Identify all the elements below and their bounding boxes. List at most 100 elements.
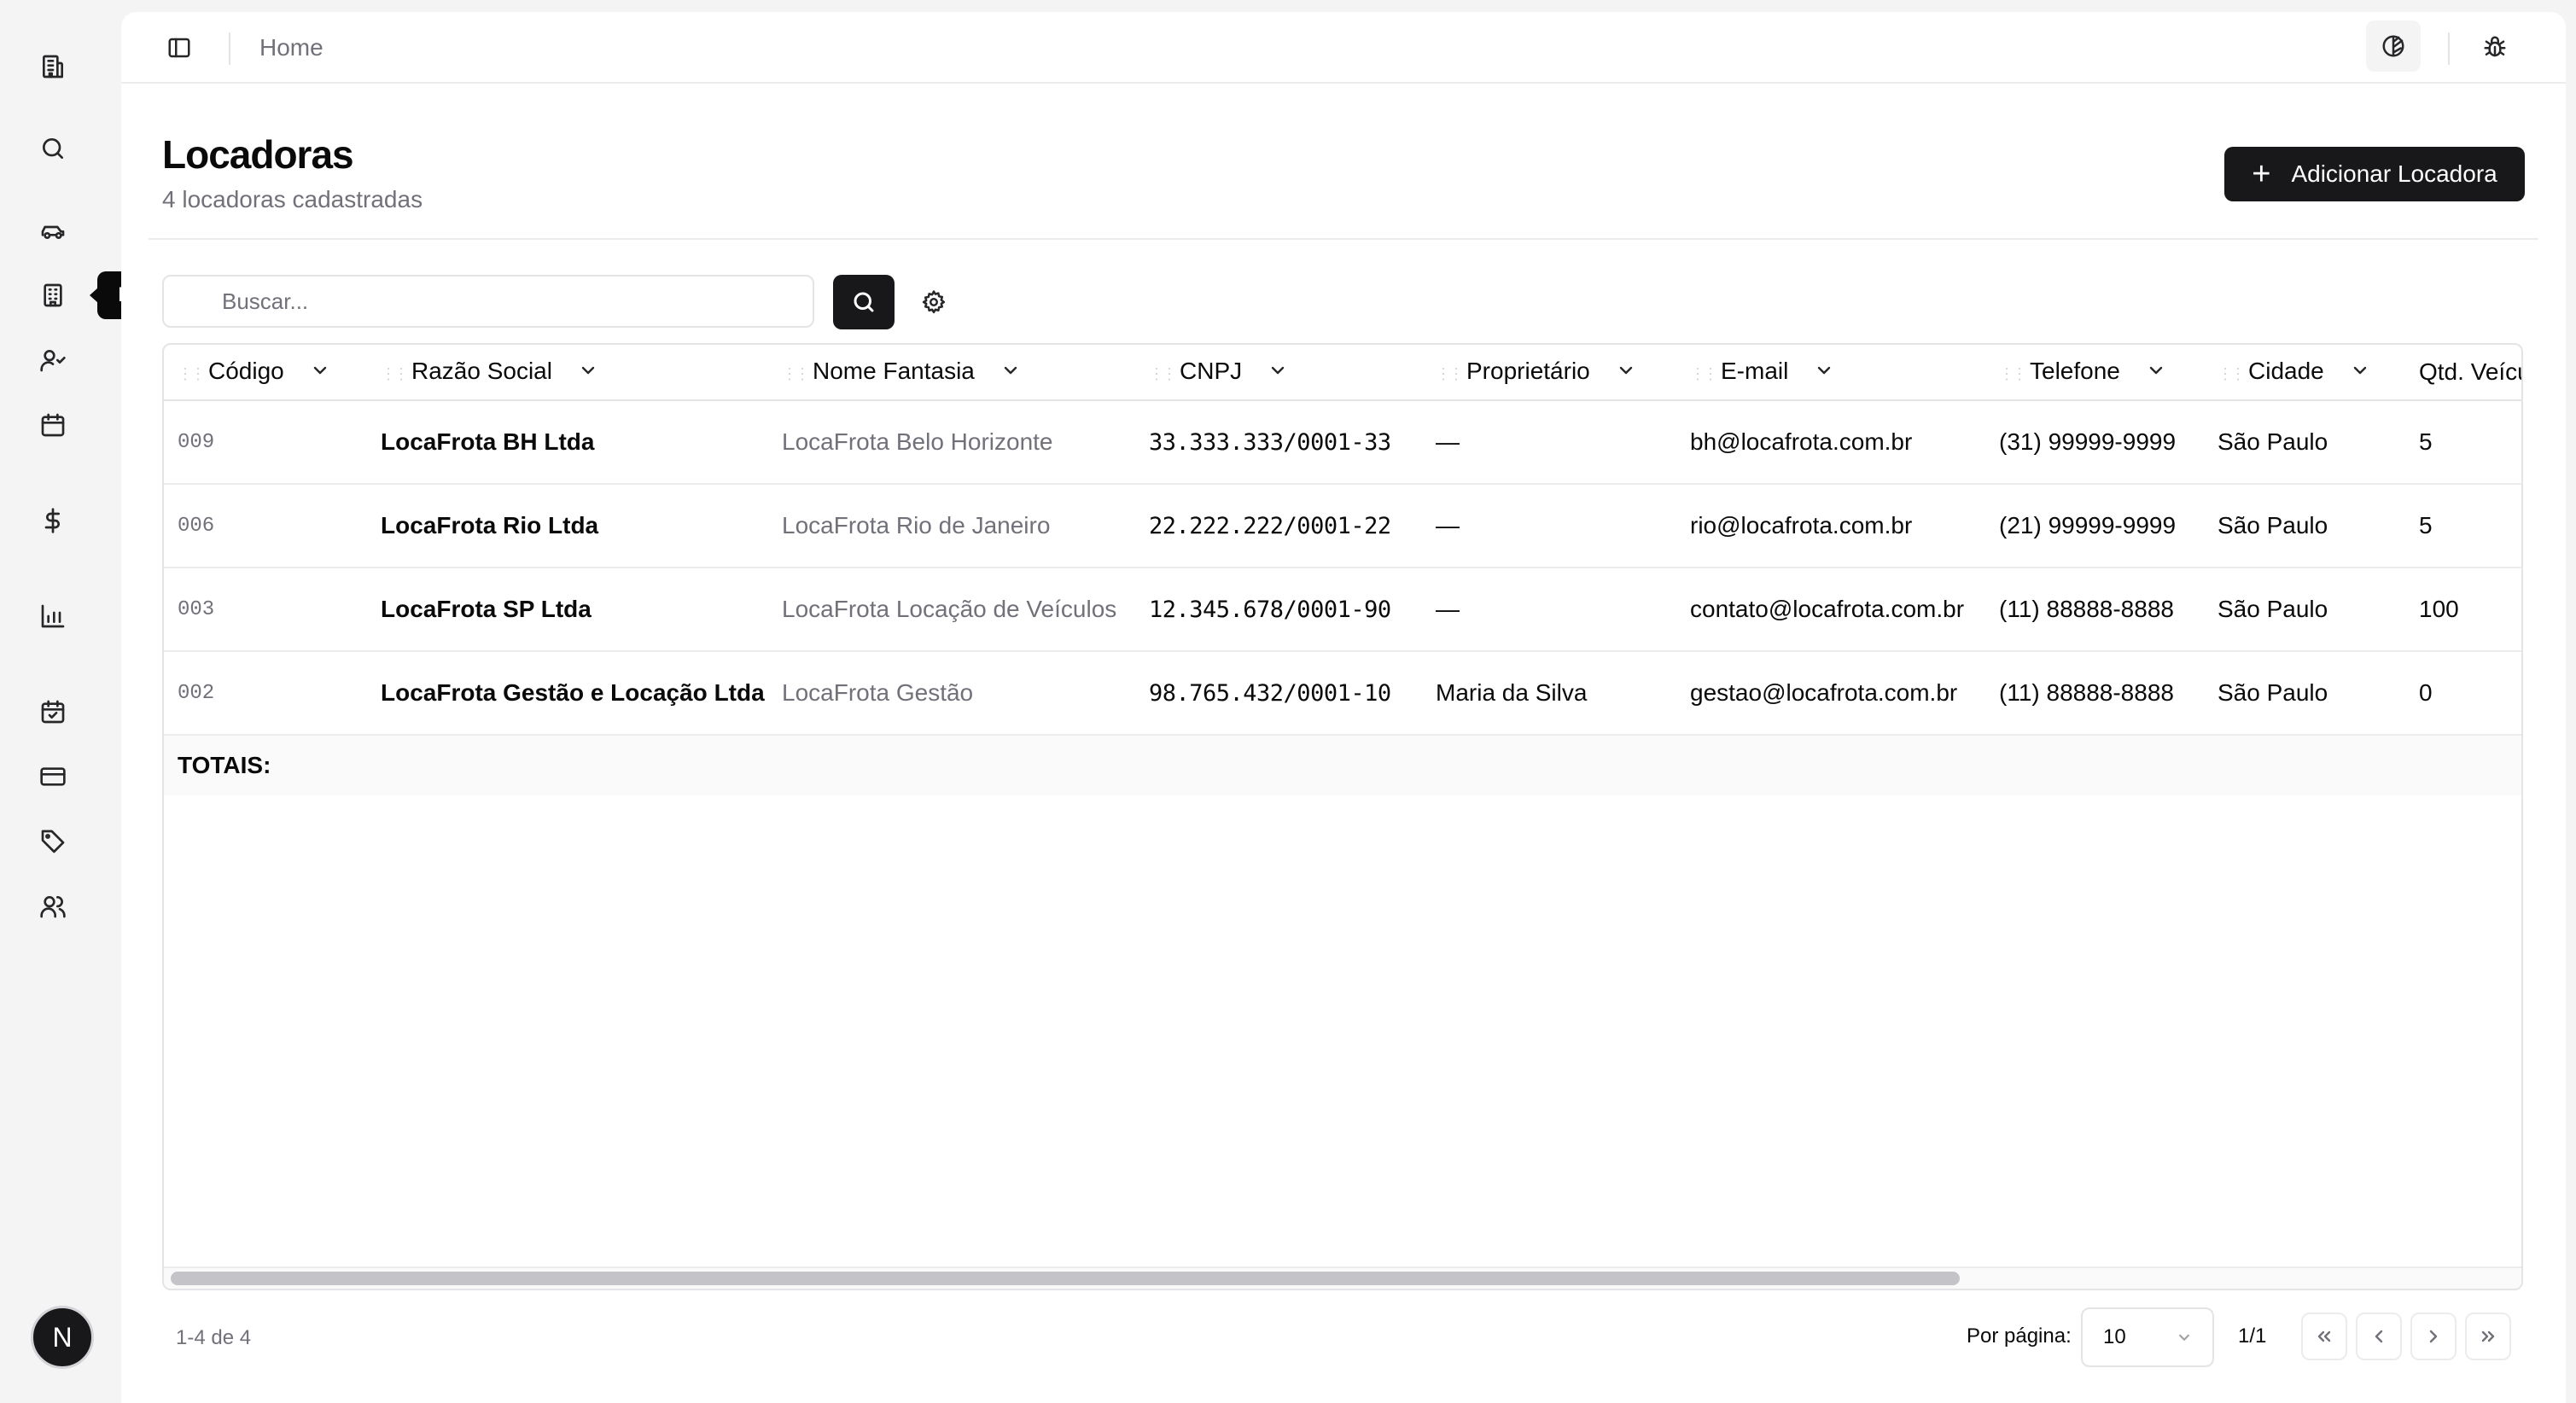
column-header-qtd-veiculos[interactable]: Qtd. Veículos (2405, 345, 2521, 401)
top-bar: Home (121, 12, 2566, 84)
chevron-down-icon[interactable] (1616, 359, 1636, 387)
column-header-proprietario[interactable]: ⋮⋮ Proprietário (1422, 345, 1676, 401)
table-row[interactable]: 009 LocaFrota BH Ltda LocaFrota Belo Hor… (164, 400, 2521, 485)
cell-codigo: 003 (164, 568, 367, 652)
next-page-button[interactable] (2410, 1313, 2457, 1360)
bug-icon[interactable] (2477, 29, 2513, 65)
theme-toggle-icon[interactable] (2366, 20, 2421, 72)
per-page-value: 10 (2103, 1325, 2126, 1348)
user-check-icon[interactable] (36, 343, 70, 377)
drag-handle-icon[interactable]: ⋮⋮ (2218, 365, 2246, 382)
table-row[interactable]: 002 LocaFrota Gestão e Locação Ltda Loca… (164, 651, 2521, 736)
chevron-down-icon[interactable] (2146, 359, 2166, 387)
totals-label: TOTAIS: (164, 735, 2521, 795)
cell-qtd-veiculos: 5 (2405, 484, 2521, 568)
cell-telefone: (11) 88888-8888 (1985, 568, 2204, 652)
cell-razao-social: LocaFrota SP Ltda (367, 568, 768, 652)
cell-cidade: São Paulo (2204, 484, 2405, 568)
drag-handle-icon[interactable]: ⋮⋮ (381, 365, 409, 382)
cell-qtd-veiculos: 5 (2405, 400, 2521, 485)
cell-codigo: 006 (164, 484, 367, 568)
per-page-select[interactable]: 10 (2081, 1307, 2214, 1367)
first-page-button[interactable] (2301, 1313, 2347, 1360)
divider (2448, 32, 2450, 65)
cell-proprietario: — (1422, 568, 1676, 652)
search-field[interactable] (162, 275, 814, 328)
dollar-icon[interactable] (36, 504, 70, 538)
column-header-cnpj[interactable]: ⋮⋮ CNPJ (1135, 345, 1422, 401)
search-button[interactable] (833, 275, 895, 329)
column-header-nome-fantasia[interactable]: ⋮⋮ Nome Fantasia (768, 345, 1135, 401)
bar-chart-icon[interactable] (36, 599, 70, 633)
settings-gear-icon[interactable] (915, 283, 953, 321)
credit-card-icon[interactable] (36, 760, 70, 794)
cell-qtd-veiculos: 0 (2405, 651, 2521, 736)
cell-qtd-veiculos: 100 (2405, 568, 2521, 652)
last-page-button[interactable] (2465, 1313, 2511, 1360)
locadoras-table: ⋮⋮ Código ⋮⋮ Razão Social ⋮⋮ Nome Fantasia … (162, 343, 2523, 1290)
cell-cidade: São Paulo (2204, 568, 2405, 652)
chevron-down-icon[interactable] (578, 359, 598, 387)
column-header-cidade[interactable]: ⋮⋮ Cidade (2204, 345, 2405, 401)
cell-telefone: (21) 99999-9999 (1985, 484, 2204, 568)
calendar-icon[interactable] (36, 408, 70, 442)
cell-cidade: São Paulo (2204, 400, 2405, 485)
horizontal-scrollbar[interactable] (171, 1272, 1960, 1285)
sidebar: N (0, 0, 119, 1403)
drag-handle-icon[interactable]: ⋮⋮ (1690, 365, 1718, 382)
table-row[interactable]: 003 LocaFrota SP Ltda LocaFrota Locação … (164, 568, 2521, 652)
search-input[interactable] (181, 277, 796, 326)
cell-nome-fantasia: LocaFrota Locação de Veículos (768, 568, 1135, 652)
page-title: Locadoras (162, 132, 354, 177)
cell-email: bh@locafrota.com.br (1676, 400, 1985, 485)
tag-icon[interactable] (36, 824, 70, 859)
per-page-label: Por página: (1967, 1324, 2072, 1348)
cell-razao-social: LocaFrota BH Ltda (367, 400, 768, 485)
divider (229, 32, 230, 65)
chevron-down-icon[interactable] (1000, 359, 1021, 387)
drag-handle-icon[interactable]: ⋮⋮ (1149, 365, 1177, 382)
add-locadora-button[interactable]: + Adicionar Locadora (2224, 147, 2525, 201)
chevron-down-icon[interactable] (2350, 359, 2370, 387)
chevron-down-icon[interactable] (310, 359, 330, 387)
chevron-down-icon[interactable] (1814, 359, 1834, 387)
cell-nome-fantasia: LocaFrota Gestão (768, 651, 1135, 736)
column-header-razao-social[interactable]: ⋮⋮ Razão Social (367, 345, 768, 401)
search-icon[interactable] (36, 131, 70, 166)
office-icon[interactable] (36, 278, 70, 312)
cell-email: rio@locafrota.com.br (1676, 484, 1985, 568)
table-row[interactable]: 006 LocaFrota Rio Ltda LocaFrota Rio de … (164, 484, 2521, 568)
calendar-check-icon[interactable] (36, 695, 70, 729)
chevron-down-icon[interactable] (1268, 359, 1288, 387)
search-icon (854, 292, 874, 312)
cell-cidade: São Paulo (2204, 651, 2405, 736)
cell-cnpj: 98.765.432/0001-10 (1135, 651, 1422, 736)
cell-nome-fantasia: LocaFrota Belo Horizonte (768, 400, 1135, 485)
chevron-down-icon (2178, 1334, 2190, 1342)
sidebar-toggle-icon[interactable] (162, 31, 196, 65)
breadcrumb[interactable]: Home (259, 31, 323, 65)
drag-handle-icon[interactable]: ⋮⋮ (178, 365, 206, 382)
main-panel: Home Locadoras 4 locadoras cadastradas +… (121, 12, 2566, 1403)
cell-proprietario: Maria da Silva (1422, 651, 1676, 736)
drag-handle-icon[interactable]: ⋮⋮ (1436, 365, 1464, 382)
cell-razao-social: LocaFrota Gestão e Locação Ltda (367, 651, 768, 736)
avatar[interactable]: N (31, 1306, 94, 1369)
users-icon[interactable] (36, 889, 70, 923)
table-header-row: ⋮⋮ Código ⋮⋮ Razão Social ⋮⋮ Nome Fantasia … (164, 345, 2521, 401)
cell-codigo: 009 (164, 400, 367, 485)
building-icon[interactable] (36, 49, 70, 84)
column-header-email[interactable]: ⋮⋮ E-mail (1676, 345, 1985, 401)
add-locadora-label: Adicionar Locadora (2291, 160, 2497, 187)
chevron-left-icon (2375, 1330, 2383, 1343)
car-icon[interactable] (36, 213, 70, 247)
column-header-telefone[interactable]: ⋮⋮ Telefone (1985, 345, 2204, 401)
cell-cnpj: 22.222.222/0001-22 (1135, 484, 1422, 568)
drag-handle-icon[interactable]: ⋮⋮ (782, 365, 810, 382)
column-header-codigo[interactable]: ⋮⋮ Código (164, 345, 367, 401)
chevrons-left-icon (2317, 1330, 2331, 1342)
drag-handle-icon[interactable]: ⋮⋮ (1999, 365, 2027, 382)
prev-page-button[interactable] (2356, 1313, 2402, 1360)
totals-row: TOTAIS: (164, 735, 2521, 795)
pagination-range: 1-4 de 4 (176, 1326, 252, 1349)
